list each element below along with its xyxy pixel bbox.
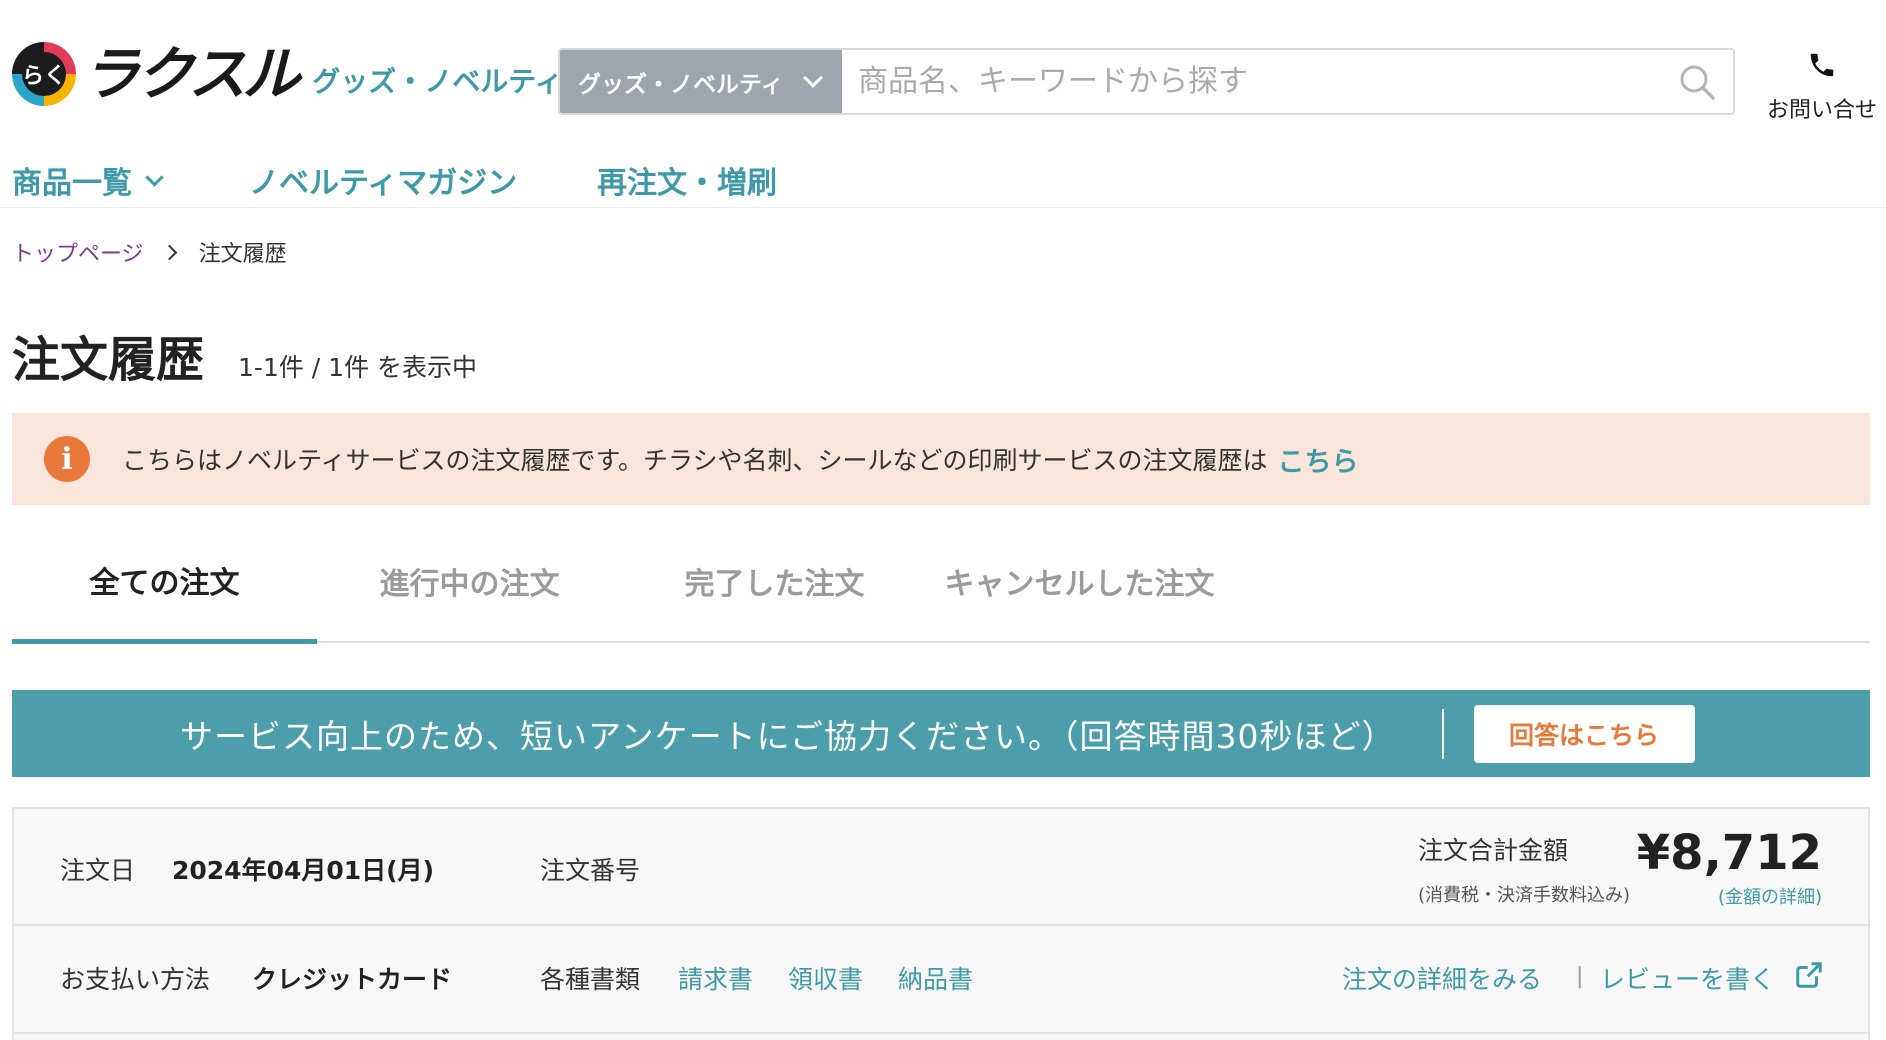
- tab-all-orders[interactable]: 全ての注文: [12, 520, 317, 644]
- order-date-label: 注文日: [60, 856, 136, 885]
- contact-button[interactable]: お問い合せ: [1764, 50, 1880, 124]
- nav-item-products[interactable]: 商品一覧: [12, 158, 249, 202]
- title-row: 注文履歴 1-1件 / 1件 を表示中: [12, 320, 477, 390]
- order-summary-row: 注文日 2024年04月01日(月) 注文番号 注文合計金額 (消費税・決済手数…: [14, 809, 1868, 926]
- logo[interactable]: らく ラクスル グッズ・ノベルティ: [12, 42, 563, 106]
- phone-icon: [1810, 53, 1834, 77]
- page: らく ラクスル グッズ・ノベルティ グッズ・ノベルティ お問い合せ: [0, 0, 1886, 1040]
- main-nav: 商品一覧 ノベルティマガジン 再注文・増刷: [12, 158, 777, 202]
- header-divider: [0, 207, 1886, 208]
- external-link-icon: [1796, 962, 1822, 988]
- payment-method-label: お支払い方法: [60, 965, 211, 994]
- delivery-note-link[interactable]: 納品書: [898, 960, 973, 996]
- invoice-link[interactable]: 請求書: [678, 960, 753, 996]
- info-icon: i: [44, 436, 90, 482]
- receipt-link[interactable]: 領収書: [788, 960, 863, 996]
- survey-text: サービス向上のため、短いアンケートにご協力ください。（回答時間30秒ほど）: [180, 716, 1396, 756]
- header: らく ラクスル グッズ・ノベルティ グッズ・ノベルティ お問い合せ: [0, 0, 1886, 208]
- price-detail-link[interactable]: (金額の詳細): [1718, 883, 1822, 909]
- link-separator: |: [1576, 964, 1584, 989]
- logo-subtitle: グッズ・ノベルティ: [312, 65, 563, 98]
- order-info-row: お支払い方法 クレジットカード 各種書類 請求書 領収書 納品書 注文の詳細をみ…: [14, 926, 1868, 1034]
- breadcrumb-home-link[interactable]: トップページ: [12, 236, 144, 268]
- nav-item-reorder[interactable]: 再注文・増刷: [597, 158, 777, 202]
- nav-item-magazine[interactable]: ノベルティマガジン: [249, 158, 597, 202]
- page-title: 注文履歴: [12, 332, 205, 388]
- breadcrumb: トップページ 注文履歴: [12, 236, 287, 268]
- search-input[interactable]: [842, 50, 1661, 113]
- notice-text: こちらはノベルティサービスの注文履歴です。チラシや名刺、シールなどの印刷サービス…: [122, 446, 1268, 475]
- result-count: 1-1件 / 1件 を表示中: [238, 353, 478, 382]
- write-review-link[interactable]: レビューを書く: [1600, 960, 1775, 996]
- survey-answer-button[interactable]: 回答はこちら: [1473, 704, 1695, 763]
- search-button[interactable]: [1661, 50, 1733, 113]
- payment-method-value: クレジットカード: [252, 965, 453, 994]
- tab-in-progress[interactable]: 進行中の注文: [317, 520, 622, 641]
- breadcrumb-current: 注文履歴: [198, 242, 287, 267]
- chevron-down-icon: [145, 167, 164, 187]
- nav-item-label: 商品一覧: [12, 166, 132, 201]
- nav-item-label: 再注文・増刷: [597, 166, 777, 201]
- search-icon: [1680, 65, 1715, 100]
- logo-text: ラクスル: [82, 40, 300, 108]
- notice-link[interactable]: こちら: [1278, 440, 1359, 479]
- contact-label: お問い合せ: [1766, 98, 1877, 123]
- chevron-down-icon: [802, 67, 823, 88]
- order-number-label: 注文番号: [540, 856, 641, 885]
- order-detail-link[interactable]: 注文の詳細をみる: [1342, 960, 1542, 996]
- logo-mark-icon: らく: [12, 42, 76, 106]
- survey-banner: サービス向上のため、短いアンケートにご協力ください。（回答時間30秒ほど） 回答…: [12, 690, 1870, 777]
- search-bar: グッズ・ノベルティ: [558, 48, 1735, 115]
- logo-mark-text: らく: [22, 52, 66, 96]
- info-notice: i こちらはノベルティサービスの注文履歴です。チラシや名刺、シールなどの印刷サー…: [12, 413, 1870, 505]
- order-total-note: (消費税・決済手数料込み): [1418, 885, 1631, 906]
- documents-label: 各種書類: [540, 965, 641, 994]
- order-total-amount: ¥8,712: [1636, 825, 1822, 881]
- order-card: 注文日 2024年04月01日(月) 注文番号 注文合計金額 (消費税・決済手数…: [12, 807, 1870, 1040]
- search-category-select[interactable]: グッズ・ノベルティ: [560, 50, 842, 113]
- nav-item-label: ノベルティマガジン: [249, 166, 518, 201]
- order-tabs: 全ての注文 進行中の注文 完了した注文 キャンセルした注文: [12, 520, 1870, 644]
- chevron-right-icon: [161, 244, 177, 260]
- tab-completed[interactable]: 完了した注文: [622, 520, 927, 641]
- tab-cancelled[interactable]: キャンセルした注文: [927, 520, 1232, 641]
- order-date-value: 2024年04月01日(月): [172, 856, 435, 885]
- order-total-label: 注文合計金額: [1418, 836, 1569, 865]
- search-category-label: グッズ・ノベルティ: [578, 71, 784, 98]
- survey-divider: [1441, 708, 1444, 759]
